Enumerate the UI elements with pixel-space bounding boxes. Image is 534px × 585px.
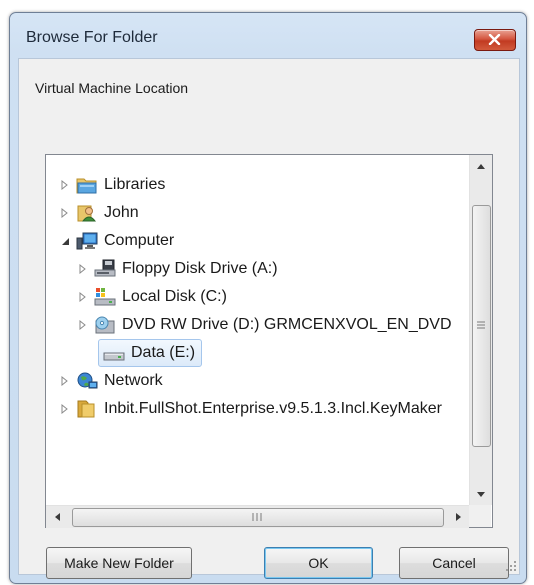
tree-item-data-drive[interactable]: Data (E:) bbox=[98, 339, 203, 367]
folder-icon bbox=[76, 399, 98, 419]
title-bar[interactable]: Browse For Folder bbox=[10, 13, 526, 58]
make-new-folder-button[interactable]: Make New Folder bbox=[46, 547, 192, 579]
libraries-icon bbox=[76, 175, 98, 195]
resize-grip-icon[interactable] bbox=[505, 560, 517, 572]
tree-item-label: Local Disk (C:) bbox=[122, 288, 227, 305]
dvd-drive-icon bbox=[94, 315, 116, 335]
folder-tree-viewport: Libraries John Computer Floppy Disk Driv… bbox=[46, 155, 469, 505]
collapse-arrow-icon[interactable] bbox=[58, 234, 72, 248]
expand-arrow-icon[interactable] bbox=[76, 262, 90, 276]
network-icon bbox=[76, 371, 98, 391]
scroll-up-button[interactable] bbox=[470, 155, 492, 177]
arrow-up-icon bbox=[477, 163, 485, 169]
description-text: Virtual Machine Location bbox=[35, 80, 189, 96]
cancel-button[interactable]: Cancel bbox=[399, 547, 509, 579]
tree-item-label: Inbit.FullShot.Enterprise.v9.5.1.3.Incl.… bbox=[104, 400, 442, 417]
browse-for-folder-dialog: Browse For Folder Virtual Machine Locati… bbox=[9, 12, 527, 584]
tree-item-dvd-drive[interactable]: DVD RW Drive (D:) GRMCENXVOL_EN_DVD bbox=[76, 311, 452, 339]
expand-arrow-icon[interactable] bbox=[58, 178, 72, 192]
expand-arrow-icon[interactable] bbox=[76, 318, 90, 332]
tree-item-label: Network bbox=[104, 372, 163, 389]
user-folder-icon bbox=[76, 203, 98, 223]
tree-item-label: DVD RW Drive (D:) GRMCENXVOL_EN_DVD bbox=[122, 316, 452, 333]
expand-arrow-icon[interactable] bbox=[58, 206, 72, 220]
expand-arrow-icon[interactable] bbox=[76, 290, 90, 304]
vertical-scrollbar[interactable] bbox=[469, 155, 492, 505]
tree-item-label: Computer bbox=[104, 232, 175, 249]
close-icon bbox=[488, 34, 501, 45]
tree-item-local-disk[interactable]: Local Disk (C:) bbox=[76, 283, 227, 311]
arrow-left-icon bbox=[54, 513, 60, 521]
tree-item-john[interactable]: John bbox=[58, 199, 139, 227]
tree-item-network[interactable]: Network bbox=[58, 367, 163, 395]
horizontal-scrollbar[interactable] bbox=[46, 505, 469, 528]
tree-item-label: Floppy Disk Drive (A:) bbox=[122, 260, 278, 277]
arrow-down-icon bbox=[477, 491, 485, 497]
grip-icon bbox=[252, 513, 262, 521]
tree-item-libraries[interactable]: Libraries bbox=[58, 171, 165, 199]
close-button[interactable] bbox=[474, 29, 516, 51]
vertical-scroll-thumb[interactable] bbox=[472, 205, 491, 447]
tree-item-label: Libraries bbox=[104, 176, 166, 193]
expand-arrow-icon[interactable] bbox=[58, 374, 72, 388]
window-title: Browse For Folder bbox=[26, 29, 158, 46]
tree-item-label: Data (E:) bbox=[131, 344, 196, 361]
ok-button[interactable]: OK bbox=[264, 547, 373, 579]
scrollbar-corner bbox=[469, 505, 491, 527]
tree-item-floppy-drive[interactable]: Floppy Disk Drive (A:) bbox=[76, 255, 278, 283]
floppy-drive-icon bbox=[94, 259, 116, 279]
tree-item-computer[interactable]: Computer bbox=[58, 227, 174, 255]
tree-item-label: John bbox=[104, 204, 139, 221]
arrow-right-icon bbox=[455, 513, 461, 521]
horizontal-scroll-thumb[interactable] bbox=[72, 508, 444, 527]
scroll-down-button[interactable] bbox=[470, 483, 492, 505]
tree-item-inbit-folder[interactable]: Inbit.FullShot.Enterprise.v9.5.1.3.Incl.… bbox=[58, 395, 442, 423]
hard-drive-icon bbox=[103, 343, 125, 363]
scroll-left-button[interactable] bbox=[46, 506, 68, 528]
expand-arrow-icon[interactable] bbox=[58, 402, 72, 416]
folder-tree[interactable]: Libraries John Computer Floppy Disk Driv… bbox=[45, 154, 493, 528]
scroll-right-button[interactable] bbox=[447, 506, 469, 528]
dialog-body: Virtual Machine Location Libraries John … bbox=[18, 58, 520, 579]
grip-icon bbox=[477, 321, 485, 329]
computer-icon bbox=[76, 231, 98, 251]
local-disk-icon bbox=[94, 287, 116, 307]
